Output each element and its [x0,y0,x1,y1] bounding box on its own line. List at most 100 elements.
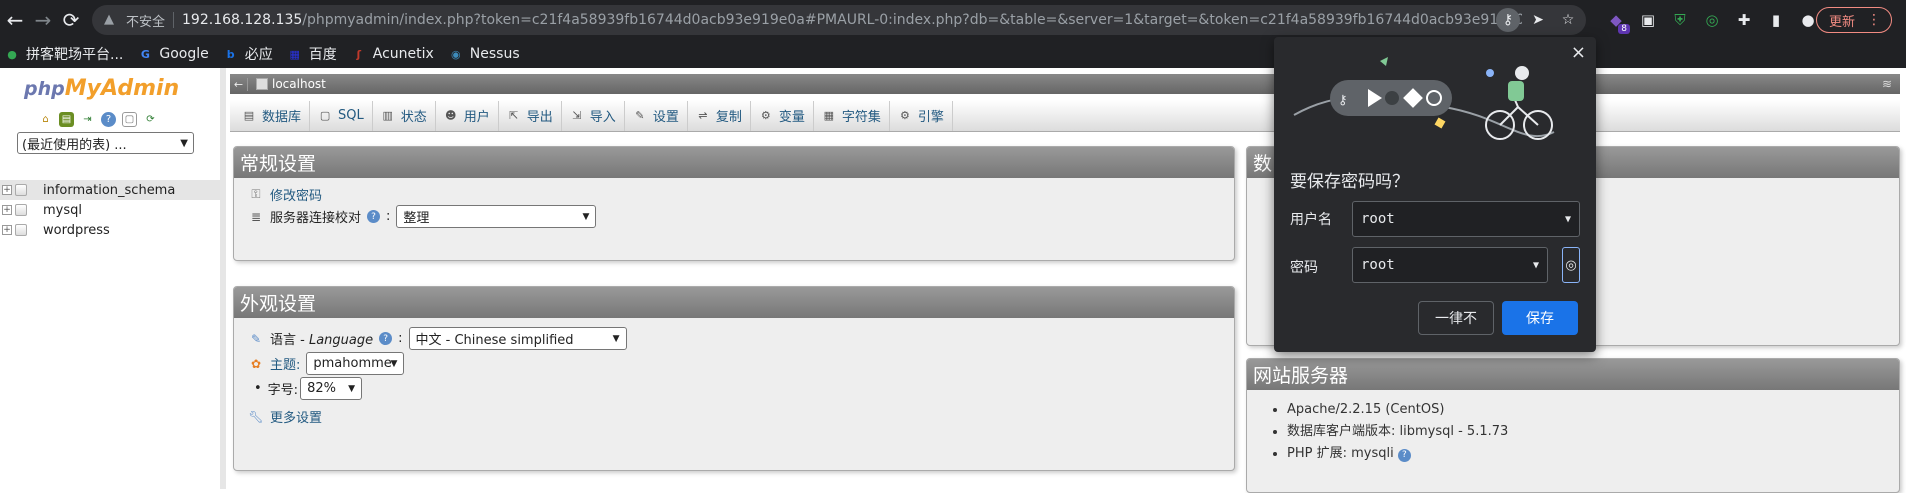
tab-export[interactable]: ⇱ 导出 [499,100,562,131]
url-text[interactable]: 192.168.128.135/phpmyadmin/index.php?tok… [182,12,1522,28]
reload-nav-icon[interactable]: ⟳ [143,112,158,127]
password-field[interactable]: root ▼ [1352,247,1548,283]
tab-status[interactable]: ▥ 状态 [373,100,436,131]
never-button[interactable]: 一律不 [1418,301,1494,335]
database-tree-item[interactable]: + wordpress [0,220,220,240]
bookmark-label: Acunetix [372,46,434,62]
logout-icon[interactable]: ⇥ [80,112,95,127]
panel-title: 网站服务器 [1247,359,1899,390]
database-name[interactable]: wordpress [43,223,110,238]
puzzle-icon[interactable]: ✚ [1732,8,1756,32]
more-settings-link[interactable]: 更多设置 [270,407,322,426]
database-name[interactable]: information_schema [43,183,175,198]
users-icon: ☻ [445,109,457,122]
browser-toolbar: ← → ⟳ ▲ 不安全 192.168.128.135/phpmyadmin/i… [0,0,1906,40]
collapse-icon[interactable]: ≋ [1882,77,1892,91]
web-server-panel: 网站服务器 Apache/2.2.15 (CentOS) 数据库客户端版本: li… [1246,358,1900,493]
tab-sql[interactable]: ▢ SQL [310,100,373,131]
expand-icon[interactable]: + [2,205,12,215]
shield-icon[interactable]: ⛨ [1668,8,1692,32]
bookmark-item[interactable]: ʃ Acunetix [351,46,434,62]
help-icon[interactable]: ? [101,112,116,127]
tab-settings[interactable]: ✎ 设置 [625,100,688,131]
navigation-panel: phpMyAdmin ⌂ ▤ ⇥ ? ▢ ⟳ (最近使用的表) ... ▼ + in… [0,68,226,489]
language-select[interactable]: 中文 - Chinese simplified ▼ [408,327,627,350]
bookmark-item[interactable]: b 必应 [223,44,273,64]
database-tree-item[interactable]: + information_schema [0,180,220,200]
divider [173,12,175,28]
bookmark-item[interactable]: ◉ Nessus [448,46,520,62]
home-icon[interactable]: ⌂ [38,112,53,127]
username-value: root [1361,211,1395,227]
forward-icon[interactable]: → [28,5,58,35]
hide-password-icon[interactable]: ◎ [1562,247,1580,283]
nav-toggle-icon[interactable]: ← [230,77,248,91]
update-button[interactable]: 更新 ⋮ [1816,7,1892,33]
dot-shape [1486,69,1494,77]
phpmyadmin-logo[interactable]: phpMyAdmin [24,76,179,101]
security-label[interactable]: 不安全 [126,11,165,30]
tab-engines[interactable]: ⚙ 引擎 [890,100,953,131]
omnibox-actions: ⚷ ➤ ☆ [1496,8,1580,32]
theme-select[interactable]: pmahomme ▼ [306,352,405,375]
fontsize-value: 82% [307,381,336,396]
tab-users[interactable]: ☻ 用户 [436,100,499,131]
theme-link[interactable]: 主题: [270,354,300,373]
chevron-down-icon: ▼ [612,333,620,344]
server-link[interactable]: localhost [272,77,326,91]
circle-icon[interactable]: ◎ [1700,8,1724,32]
send-icon[interactable]: ➤ [1526,8,1550,32]
expand-icon[interactable]: + [2,185,12,195]
bullet: • [254,381,262,396]
extension-icon[interactable]: ▣ [1636,8,1660,32]
help-icon[interactable]: ? [379,332,393,345]
database-tree-item[interactable]: + mysql [0,200,220,220]
username-field[interactable]: root ▼ [1352,201,1580,237]
help-icon[interactable]: ? [367,210,381,223]
docs-icon[interactable]: ▢ [122,112,137,127]
tab-import[interactable]: ⇲ 导入 [562,100,625,131]
wrench-icon: 🔧︎ [248,409,264,424]
chevron-down-icon: ▼ [1564,213,1571,225]
bookmark-item[interactable]: ● 拼客靶场平台... [4,44,123,64]
sql-icon[interactable]: ▤ [59,112,74,127]
save-button[interactable]: 保存 [1502,301,1578,335]
key-icon[interactable]: ⚷ [1496,8,1520,32]
language-label-text: 语言 - [270,333,309,348]
fontsize-select[interactable]: 82% ▼ [300,377,363,400]
fontsize-row: • 字号: 82% ▼ [254,377,363,400]
tab-label: 导出 [526,110,553,125]
tab-databases[interactable]: ▤ 数据库 [234,100,311,131]
help-icon[interactable]: ? [1397,448,1411,462]
key-icon: ⚷ [1338,93,1348,108]
address-bar[interactable]: ▲ 不安全 192.168.128.135/phpmyadmin/index.p… [92,5,1586,35]
list-item-text: 数据库客户端版本: libmysql - 5.1.73 [1287,424,1509,439]
status-icon: ▥ [382,109,393,122]
bookmark-label: Google [159,46,209,62]
extension-icon[interactable]: ◆ 8 [1604,8,1630,34]
change-password-link[interactable]: 修改密码 [270,185,322,204]
tab-variables[interactable]: ⚙ 变量 [751,100,814,131]
sql-icon: ▢ [319,109,331,122]
sidepanel-icon[interactable]: ▮ [1764,8,1788,32]
database-name[interactable]: mysql [43,203,82,218]
expand-icon[interactable]: + [2,225,12,235]
bookmark-item[interactable]: ▦ 百度 [287,44,337,64]
bookmark-item[interactable]: G Google [137,46,209,62]
web-server-list: Apache/2.2.15 (CentOS) 数据库客户端版本: libmysql… [1271,399,1508,465]
tab-charsets[interactable]: ▦ 字符集 [814,100,890,131]
server-breadcrumb: ← localhost ≋ [230,74,1900,94]
collation-select[interactable]: 整理 ▼ [396,205,597,228]
list-item-text: Apache/2.2.15 (CentOS) [1287,402,1445,417]
back-icon[interactable]: ← [0,5,30,35]
fontsize-label: 字号: [267,383,299,398]
bookmark-favicon-icon: ● [7,47,17,61]
star-icon[interactable]: ☆ [1556,8,1580,32]
recent-tables-select[interactable]: (最近使用的表) ... ▼ [17,132,194,154]
theme-value: pmahomme [313,356,392,371]
tab-label: 状态 [400,110,427,125]
reload-icon[interactable]: ⟳ [56,5,86,35]
warning-icon[interactable]: ▲ [104,12,120,28]
list-item: Apache/2.2.15 (CentOS) [1287,399,1508,421]
tab-replication[interactable]: ⇌ 复制 [688,100,751,131]
